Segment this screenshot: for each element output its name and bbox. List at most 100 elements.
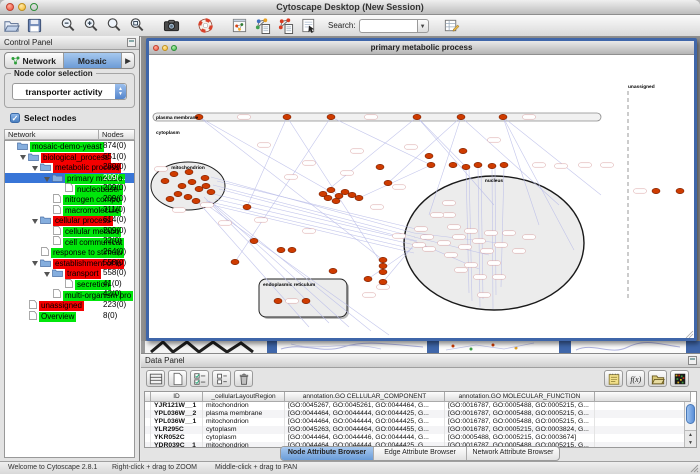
network-node[interactable]: [341, 189, 349, 194]
expander-icon[interactable]: [32, 219, 38, 224]
network-node[interactable]: [192, 198, 200, 203]
network-view-window[interactable]: primary metabolic process plasma membran…: [146, 38, 697, 341]
attribute-matrix-button[interactable]: [670, 370, 689, 387]
table-row-YJR121W__1[interactable]: YJR121W__1mitochondrion[GO:0045267, GO:0…: [145, 402, 696, 410]
notes-pad-button[interactable]: [604, 370, 623, 387]
network-node[interactable]: [283, 114, 291, 119]
network-node[interactable]: [379, 257, 387, 262]
help-lifesaver-button[interactable]: [195, 16, 216, 35]
link-table-button[interactable]: [441, 16, 462, 35]
network-node[interactable]: [376, 164, 384, 169]
new-network-red-button[interactable]: [275, 16, 296, 35]
network-node[interactable]: [427, 162, 435, 167]
network-edge[interactable]: [235, 117, 331, 262]
zoom-in-button[interactable]: [81, 16, 102, 35]
network-node[interactable]: [384, 180, 392, 185]
network-node[interactable]: [652, 188, 660, 193]
select-attributes-button[interactable]: [190, 370, 209, 387]
table-scrollbar[interactable]: ▲▼: [684, 402, 696, 447]
tree-row-establishment-of-lo[interactable]: establishment of lo558(0): [5, 258, 134, 269]
network-node[interactable]: [277, 247, 285, 252]
tree-row-cellular-metabo[interactable]: cellular metabo209(0): [5, 226, 134, 237]
network-node[interactable]: [379, 263, 387, 268]
network-node[interactable]: [327, 114, 335, 119]
expander-icon[interactable]: [32, 261, 38, 266]
new-network-blue-button[interactable]: [252, 16, 273, 35]
tree-row-primary-metabo[interactable]: primary metabo209(...: [5, 173, 134, 184]
network-node[interactable]: [231, 259, 239, 264]
network-edge[interactable]: [219, 189, 417, 241]
tree-row-cell-communicat[interactable]: cell communicat22(0): [5, 236, 134, 247]
tree-row-mosaic-demo-yeast[interactable]: mosaic-demo-yeast874(0): [5, 141, 134, 152]
nucleus-region[interactable]: [404, 176, 584, 310]
canvas-resize-grip[interactable]: [686, 331, 693, 338]
network-node[interactable]: [195, 186, 203, 191]
expander-icon[interactable]: [44, 272, 50, 277]
network-node[interactable]: [170, 171, 178, 176]
close-button[interactable]: [6, 3, 14, 11]
minimize-button[interactable]: [18, 3, 26, 11]
tree-row-cellular-process[interactable]: cellular process614(0): [5, 215, 134, 226]
tree-row-secretion[interactable]: secretion41(0): [5, 279, 134, 290]
network-window-titlebar[interactable]: primary metabolic process: [149, 41, 694, 55]
select-nodes-checkbox[interactable]: ✓: [10, 113, 20, 123]
float-panel-icon[interactable]: [127, 38, 136, 47]
tree-row-nitrogen-compo[interactable]: nitrogen compo209(0): [5, 194, 134, 205]
search-input[interactable]: [359, 19, 417, 33]
network-node[interactable]: [166, 196, 174, 201]
open-file-button[interactable]: [1, 16, 22, 35]
network-node[interactable]: [413, 114, 421, 119]
tree-row-unassigned[interactable]: unassigned223(0): [5, 300, 134, 311]
tree-column-network[interactable]: Network: [4, 129, 98, 140]
network-node[interactable]: [348, 192, 356, 197]
network-edge[interactable]: [323, 117, 417, 194]
network-node[interactable]: [332, 198, 340, 203]
network-edge[interactable]: [209, 193, 414, 241]
network-edge[interactable]: [287, 117, 383, 266]
dropdown-stepper-icon[interactable]: ▲▼: [115, 84, 126, 99]
network-node[interactable]: [355, 195, 363, 200]
minimize-icon[interactable]: [162, 45, 168, 51]
network-node[interactable]: [274, 298, 282, 303]
background-windows[interactable]: [141, 341, 700, 353]
snapshot-camera-button[interactable]: [161, 16, 182, 35]
import-folder-button[interactable]: [648, 370, 667, 387]
save-session-button[interactable]: [24, 16, 45, 35]
tab-network-attribute-browser[interactable]: Network Attribute Browser: [467, 447, 559, 460]
network-node[interactable]: [302, 298, 310, 303]
scrollbar-thumb[interactable]: [686, 404, 695, 424]
attribute-rows-button[interactable]: [146, 370, 165, 387]
delete-attribute-button[interactable]: [234, 370, 253, 387]
network-node[interactable]: [201, 175, 209, 180]
zoom-selected-button[interactable]: [104, 16, 125, 35]
tree-row-transport[interactable]: transport558(0): [5, 268, 134, 279]
network-node[interactable]: [288, 247, 296, 252]
network-node[interactable]: [324, 195, 332, 200]
network-node[interactable]: [488, 163, 496, 168]
network-node[interactable]: [329, 268, 337, 273]
tree-row-biological-process[interactable]: biological_process651(0): [5, 152, 134, 163]
tree-row-macromolecule[interactable]: macromolecule311(0): [5, 205, 134, 216]
tab-mosaic[interactable]: Mosaic: [64, 53, 123, 68]
column-header--cellularlayoutregion[interactable]: _cellularLayoutRegion: [203, 392, 285, 402]
network-node[interactable]: [462, 164, 470, 169]
network-node[interactable]: [250, 238, 258, 243]
network-node[interactable]: [449, 162, 457, 167]
column-header-annotation-go-molecular-function[interactable]: annotation.GO MOLECULAR_FUNCTION: [445, 392, 595, 402]
table-row-YKR052C[interactable]: YKR052Ccytoplasm[GO:0044464, GO:0044446,…: [145, 434, 696, 442]
network-edge[interactable]: [359, 165, 431, 198]
zoom-button[interactable]: [30, 3, 38, 11]
network-node[interactable]: [364, 276, 372, 281]
maximize-icon[interactable]: [171, 45, 177, 51]
tree-column-nodes[interactable]: Nodes: [98, 129, 135, 140]
tab-network[interactable]: Network: [5, 53, 64, 68]
tab-node-attribute-browser[interactable]: Node Attribute Browser: [281, 447, 374, 460]
window-titlebar[interactable]: Cytoscape Desktop (New Session): [0, 0, 700, 15]
annotation-button[interactable]: [298, 16, 319, 35]
zoom-out-button[interactable]: [58, 16, 79, 35]
column-header-annotation-go-cellular-component[interactable]: annotation.GO CELLULAR_COMPONENT: [285, 392, 445, 402]
unselect-attributes-button[interactable]: [212, 370, 231, 387]
function-fx-button[interactable]: f(x): [626, 370, 645, 387]
tree-row-overview[interactable]: Overview8(0): [5, 311, 134, 322]
tab-overflow-arrow[interactable]: ▶: [122, 53, 134, 68]
